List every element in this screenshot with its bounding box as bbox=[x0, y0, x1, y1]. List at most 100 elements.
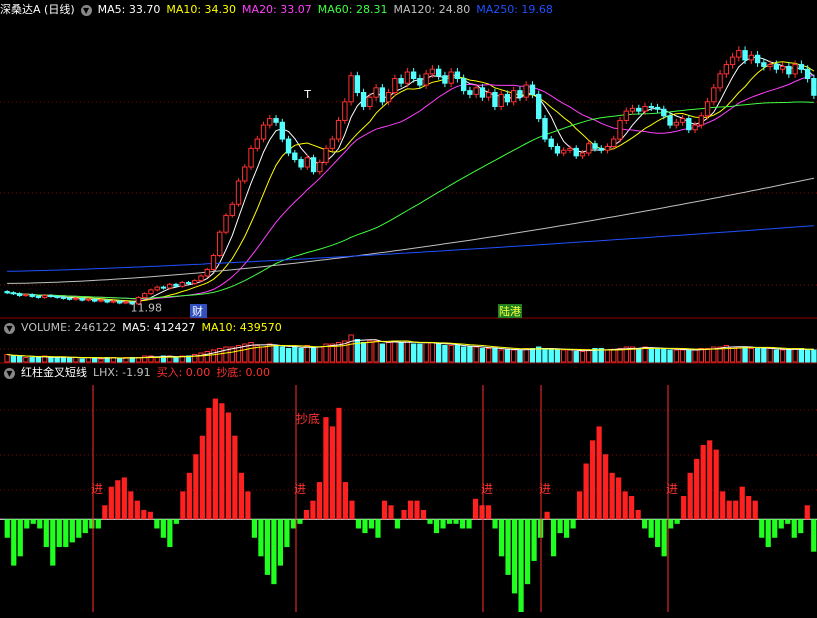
ma60-line bbox=[7, 101, 814, 300]
candle-body bbox=[292, 152, 298, 161]
volume-bar bbox=[279, 346, 285, 363]
candle-body bbox=[779, 65, 786, 70]
indicator-legend: LHX: -1.91 买入: 0.00 抄底: 0.00 bbox=[93, 366, 276, 379]
candle-body bbox=[517, 90, 523, 98]
volume-bar bbox=[636, 348, 642, 363]
indicator-bar bbox=[310, 500, 316, 520]
indicator-bar bbox=[785, 519, 791, 524]
indicator-bar bbox=[778, 519, 784, 529]
indicator-label-1: 买入: 0.00 bbox=[156, 366, 211, 379]
volume-bar bbox=[804, 349, 811, 363]
low-price-label: 11.98 bbox=[130, 302, 162, 315]
volume-bar bbox=[661, 348, 667, 363]
indicator-bar bbox=[271, 519, 277, 585]
indicator-bar bbox=[355, 519, 362, 529]
candle-body bbox=[385, 92, 392, 103]
candle-body bbox=[104, 299, 110, 303]
candle-body bbox=[404, 71, 411, 84]
indicator-bar bbox=[264, 519, 271, 575]
indicator-bar bbox=[199, 435, 205, 520]
volume-bar bbox=[617, 348, 623, 363]
indicator-bar bbox=[622, 491, 628, 520]
candle-body bbox=[379, 87, 386, 103]
volume-bar bbox=[504, 349, 511, 363]
candle-body bbox=[248, 147, 254, 168]
volume-bar bbox=[310, 346, 317, 363]
indicator-bar bbox=[472, 498, 479, 520]
indicator-bar bbox=[160, 519, 166, 538]
indicator-bar bbox=[726, 500, 732, 520]
indicator-bar bbox=[479, 505, 485, 520]
volume-bar bbox=[517, 349, 523, 363]
indicator-bar bbox=[629, 496, 635, 520]
indicator-bar bbox=[668, 519, 674, 529]
candle-body bbox=[373, 87, 379, 98]
candle-body bbox=[54, 295, 60, 298]
indicator-bar bbox=[453, 519, 459, 524]
candle-body bbox=[679, 118, 686, 123]
volume-dropdown-icon[interactable]: ▼ bbox=[4, 322, 15, 334]
candle-body bbox=[10, 292, 17, 295]
volume-bar bbox=[460, 346, 467, 363]
candle-body bbox=[367, 96, 373, 107]
candle-body bbox=[473, 87, 479, 95]
indicator-bar bbox=[733, 500, 739, 520]
candle-body bbox=[66, 297, 73, 300]
indicator-bar bbox=[63, 519, 69, 548]
ma10-line bbox=[7, 61, 815, 302]
indicator-bar bbox=[401, 509, 407, 520]
candle-body bbox=[73, 297, 79, 300]
indicator-bar bbox=[219, 403, 225, 520]
volume-bar bbox=[498, 349, 504, 363]
indicator-bar bbox=[375, 519, 381, 538]
indicator-bar bbox=[206, 407, 212, 520]
volume-bar bbox=[79, 358, 85, 363]
candle-body bbox=[60, 296, 67, 299]
candle-body bbox=[123, 301, 129, 304]
candle-body bbox=[617, 119, 623, 140]
indicator-bar bbox=[329, 426, 336, 520]
signal-jin-4: 进 bbox=[666, 482, 678, 496]
indicator-bar bbox=[791, 519, 797, 538]
volume-bar bbox=[529, 348, 536, 363]
volume-bar bbox=[29, 357, 35, 363]
indicator-bar bbox=[82, 519, 88, 534]
event-cai-label: 财 bbox=[192, 304, 203, 318]
indicator-bar bbox=[336, 407, 342, 520]
indicator-bar bbox=[596, 426, 602, 520]
volume-bar bbox=[510, 349, 517, 363]
indicator-bar bbox=[121, 477, 127, 520]
indicator-bar bbox=[30, 519, 36, 524]
volume-bar bbox=[767, 348, 773, 363]
indicator-bar bbox=[238, 472, 244, 520]
ma-label-3: MA60: 28.31 bbox=[317, 3, 388, 16]
indicator-bar bbox=[362, 519, 368, 534]
candle-body bbox=[798, 64, 805, 70]
candle-body bbox=[604, 146, 611, 151]
candle-body bbox=[498, 93, 504, 107]
indicator-bar bbox=[381, 500, 388, 520]
volume-bar bbox=[604, 349, 611, 363]
volume-bar bbox=[298, 348, 304, 363]
volume-bar bbox=[210, 349, 217, 363]
candle-body bbox=[467, 90, 473, 95]
indicator-bar bbox=[772, 519, 778, 538]
indicator-bar bbox=[141, 509, 147, 520]
indicator-bar bbox=[550, 519, 557, 557]
indicator-bar bbox=[681, 496, 687, 520]
volume-label-2: MA10: 439570 bbox=[201, 321, 282, 334]
volume-bar bbox=[704, 348, 711, 363]
candle-body bbox=[217, 231, 223, 256]
candle-body bbox=[360, 92, 367, 107]
volume-bar bbox=[611, 349, 617, 363]
candle-body bbox=[317, 161, 323, 173]
indicator-bar bbox=[69, 519, 75, 543]
indicator-bar bbox=[407, 500, 414, 520]
indicator-dropdown-icon[interactable]: ▼ bbox=[4, 367, 15, 379]
candle-body bbox=[23, 294, 29, 297]
dropdown-toggle-icon[interactable]: ▼ bbox=[80, 4, 92, 16]
volume-bar bbox=[492, 348, 498, 363]
indicator-label-2: 抄底: 0.00 bbox=[216, 366, 271, 379]
indicator-bar bbox=[446, 519, 453, 524]
indicator-bar bbox=[700, 444, 706, 520]
